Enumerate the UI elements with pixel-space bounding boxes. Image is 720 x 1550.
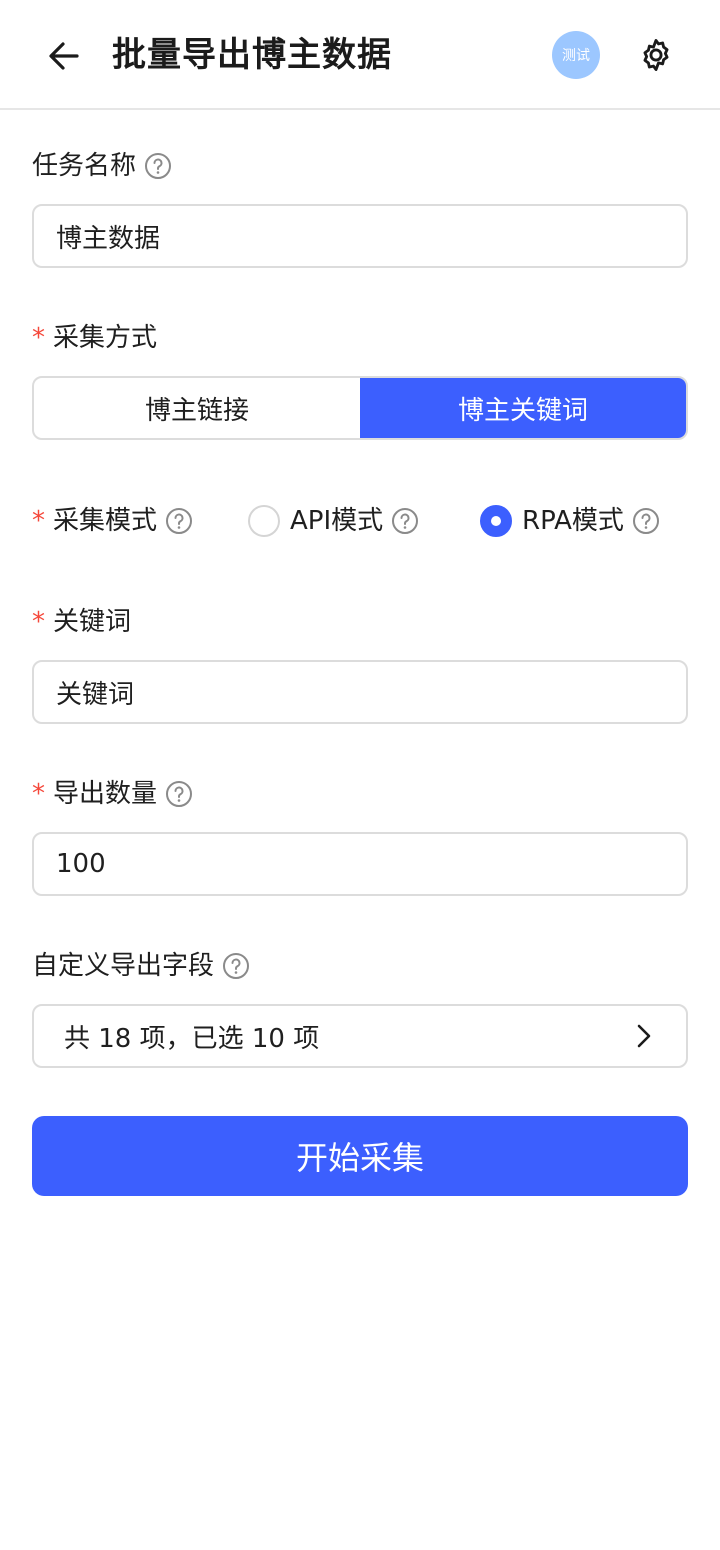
start-collect-button[interactable]: 开始采集 xyxy=(32,1116,688,1196)
help-icon[interactable] xyxy=(632,507,660,535)
settings-button[interactable] xyxy=(636,35,676,75)
back-button[interactable] xyxy=(44,36,84,76)
segment-blogger-link[interactable]: 博主链接 xyxy=(34,378,360,438)
radio-button[interactable] xyxy=(248,505,280,537)
required-asterisk: * xyxy=(32,506,45,536)
custom-fields-summary: 共 18 项，已选 10 项 xyxy=(64,1023,320,1054)
collect-mode-label: * 采集模式 xyxy=(32,504,193,538)
export-count-input[interactable] xyxy=(32,832,688,896)
test-badge[interactable]: 测试 xyxy=(552,31,600,79)
chevron-right-icon xyxy=(632,1024,656,1048)
task-name-label: 任务名称 xyxy=(32,149,172,183)
keyword-input[interactable] xyxy=(32,660,688,724)
radio-rpa-mode[interactable]: RPA模式 xyxy=(480,504,660,538)
app-screen: 批量导出博主数据 测试 任务名称 * 采集方式 博主链接 博主关键词 * 采集模… xyxy=(0,0,720,1550)
radio-api-mode[interactable]: API模式 xyxy=(248,504,419,538)
task-name-input[interactable] xyxy=(32,204,688,268)
help-icon[interactable] xyxy=(165,507,193,535)
help-icon[interactable] xyxy=(222,952,250,980)
help-icon[interactable] xyxy=(165,780,193,808)
collect-method-segmented: 博主链接 博主关键词 xyxy=(32,376,688,440)
required-asterisk: * xyxy=(32,323,45,353)
keyword-label: * 关键词 xyxy=(32,607,132,637)
arrow-left-icon xyxy=(49,42,79,70)
top-bar: 批量导出博主数据 测试 xyxy=(0,0,720,110)
custom-fields-selector[interactable]: 共 18 项，已选 10 项 xyxy=(32,1004,688,1068)
custom-fields-label: 自定义导出字段 xyxy=(32,949,250,983)
help-icon[interactable] xyxy=(144,152,172,180)
gear-icon xyxy=(643,39,669,71)
segment-blogger-keyword[interactable]: 博主关键词 xyxy=(360,378,686,438)
collect-method-label: * 采集方式 xyxy=(32,323,158,353)
help-icon[interactable] xyxy=(391,507,419,535)
radio-button-checked[interactable] xyxy=(480,505,512,537)
required-asterisk: * xyxy=(32,779,45,809)
required-asterisk: * xyxy=(32,607,45,637)
export-count-label: * 导出数量 xyxy=(32,777,193,811)
page-title: 批量导出博主数据 xyxy=(112,35,392,75)
